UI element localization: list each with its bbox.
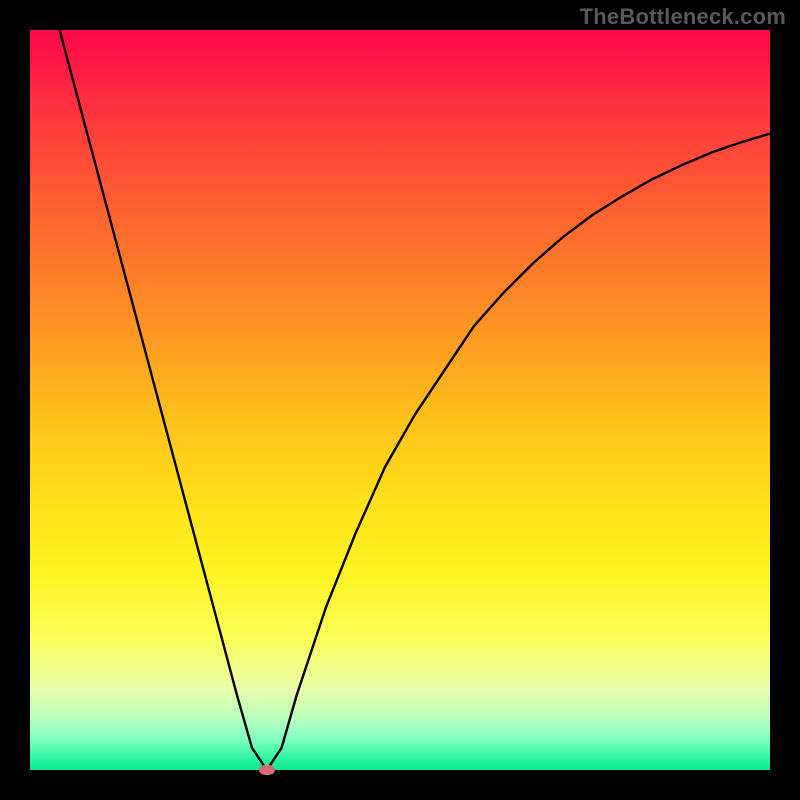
bottleneck-curve: [30, 30, 770, 770]
plot-outer: [30, 30, 770, 770]
curve-path: [60, 30, 770, 770]
min-marker: [259, 765, 275, 775]
chart-frame: TheBottleneck.com: [0, 0, 800, 800]
watermark-text: TheBottleneck.com: [580, 4, 786, 30]
